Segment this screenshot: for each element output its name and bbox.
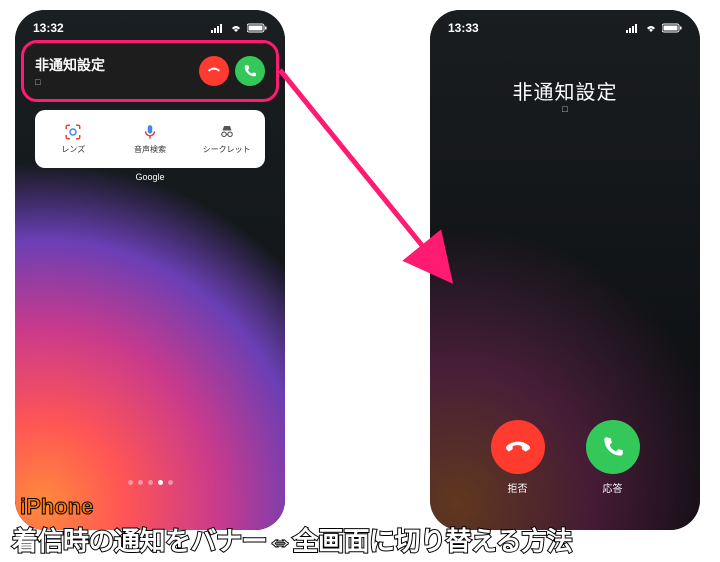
full-caller-sub: □ (430, 104, 700, 114)
status-time: 13:32 (33, 21, 64, 35)
wifi-icon (229, 23, 243, 33)
status-bar: 13:33 (430, 18, 700, 38)
wifi-icon (644, 23, 658, 33)
lens-icon (64, 123, 82, 141)
widget-item-voice[interactable]: 音声検索 (112, 123, 189, 155)
dot-active (158, 480, 163, 485)
decline-button[interactable] (199, 56, 229, 86)
battery-icon (662, 23, 682, 33)
caller-info: 非通知設定 □ (35, 55, 193, 87)
decline-button[interactable] (491, 420, 545, 474)
phone-icon (600, 434, 626, 460)
battery-icon (247, 23, 267, 33)
fullscreen-call: 13:33 非通知設定 □ (430, 10, 700, 530)
full-caller-name: 非通知設定 (430, 76, 700, 105)
dot (128, 480, 133, 485)
caption-main: 着信時の通知をバナー⇔全画面に切り替える方法 (12, 521, 572, 558)
status-icons (211, 23, 267, 33)
decline-label: 拒否 (508, 480, 528, 495)
page-dots[interactable] (15, 480, 285, 485)
caller-sub: □ (35, 77, 193, 87)
incognito-icon (218, 123, 236, 141)
widget-title: Google (15, 172, 285, 182)
signal-icon (211, 23, 225, 33)
answer-label: 応答 (603, 480, 623, 495)
widget-item-lens[interactable]: レンズ (35, 123, 112, 155)
widget-label: 音声検索 (134, 144, 166, 155)
signal-icon (626, 23, 640, 33)
widget-label: シークレット (203, 144, 251, 155)
dot (148, 480, 153, 485)
answer-button[interactable] (235, 56, 265, 86)
status-icons (626, 23, 682, 33)
widget-item-incognito[interactable]: シークレット (188, 123, 265, 155)
google-widget[interactable]: レンズ 音声検索 シークレット (35, 110, 265, 168)
phone-left: 13:32 非通知設定 □ (15, 10, 285, 530)
answer-button[interactable] (586, 420, 640, 474)
decline-wrap: 拒否 (491, 420, 545, 495)
caption-iphone: iPhone (20, 494, 93, 520)
answer-wrap: 応答 (586, 420, 640, 495)
caller-name: 非通知設定 (35, 55, 193, 75)
phone-down-icon (505, 434, 531, 460)
dot (138, 480, 143, 485)
phone-down-icon (206, 63, 222, 79)
widget-label: レンズ (61, 144, 85, 155)
phone-right: 13:33 非通知設定 □ (430, 10, 700, 530)
call-action-row: 拒否 応答 (430, 420, 700, 495)
dot (168, 480, 173, 485)
status-time: 13:33 (448, 21, 479, 35)
incoming-call-banner[interactable]: 非通知設定 □ (25, 43, 275, 99)
phone-icon (242, 63, 258, 79)
status-bar: 13:32 (15, 18, 285, 38)
mic-icon (141, 123, 159, 141)
